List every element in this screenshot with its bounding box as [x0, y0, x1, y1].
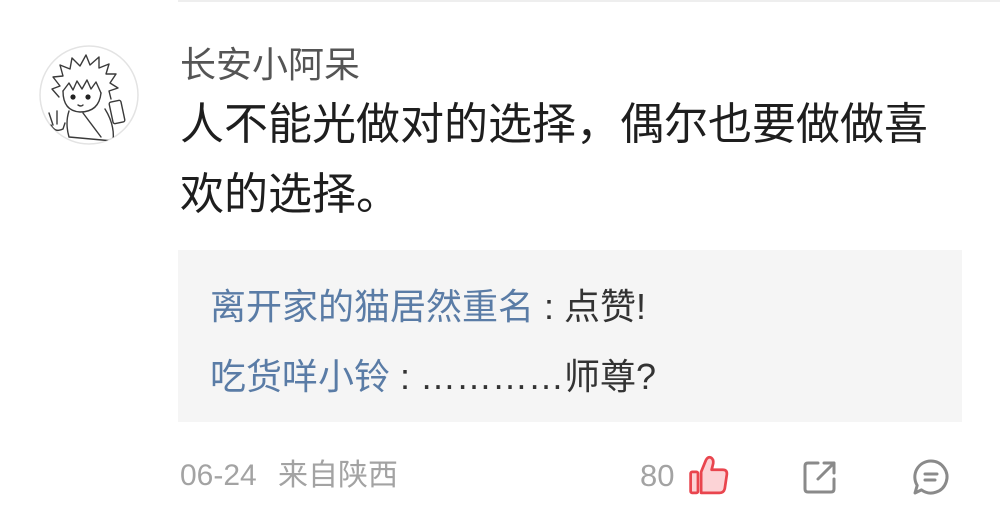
like-button[interactable]: [688, 454, 730, 496]
comment-icon-lines: [923, 472, 939, 482]
reply-author-link[interactable]: 吃货咩小铃: [210, 356, 390, 397]
avatar-icon: [39, 45, 139, 145]
username[interactable]: 长安小阿呆: [180, 40, 360, 90]
reply-item[interactable]: 吃货咩小铃 : …………师尊?: [210, 342, 930, 412]
thumbs-up-hand: [699, 455, 729, 495]
comment-date: 06-24: [180, 459, 257, 492]
comment-icon: [913, 459, 949, 495]
user-avatar[interactable]: [39, 45, 139, 145]
comment-icon-bubble: [913, 459, 949, 495]
reply-item[interactable]: 离开家的猫居然重名 : 点赞!: [210, 272, 930, 342]
thumbs-up-cuff: [689, 470, 700, 495]
avatar-eye-right: [85, 94, 91, 100]
thumbs-up-icon: [689, 455, 729, 495]
comment-button[interactable]: [910, 457, 952, 497]
reply-author-link[interactable]: 离开家的猫居然重名: [210, 286, 534, 327]
reply-text: : 点赞!: [534, 286, 647, 327]
reply-text: : …………师尊?: [390, 356, 657, 397]
share-icon: [803, 461, 836, 494]
like-count[interactable]: 80: [640, 456, 674, 496]
avatar-eye-left: [70, 94, 76, 100]
comment-text: 人不能光做对的选择，偶尔也要做做喜欢的选择。: [180, 100, 928, 219]
reply-preview-box[interactable]: 离开家的猫居然重名 : 点赞! 吃货咩小铃 : …………师尊?: [178, 250, 962, 422]
share-icon-arrow: [816, 461, 836, 481]
share-button[interactable]: [799, 457, 841, 497]
top-divider: [178, 0, 1000, 2]
comment-location: 来自陕西: [278, 459, 398, 492]
